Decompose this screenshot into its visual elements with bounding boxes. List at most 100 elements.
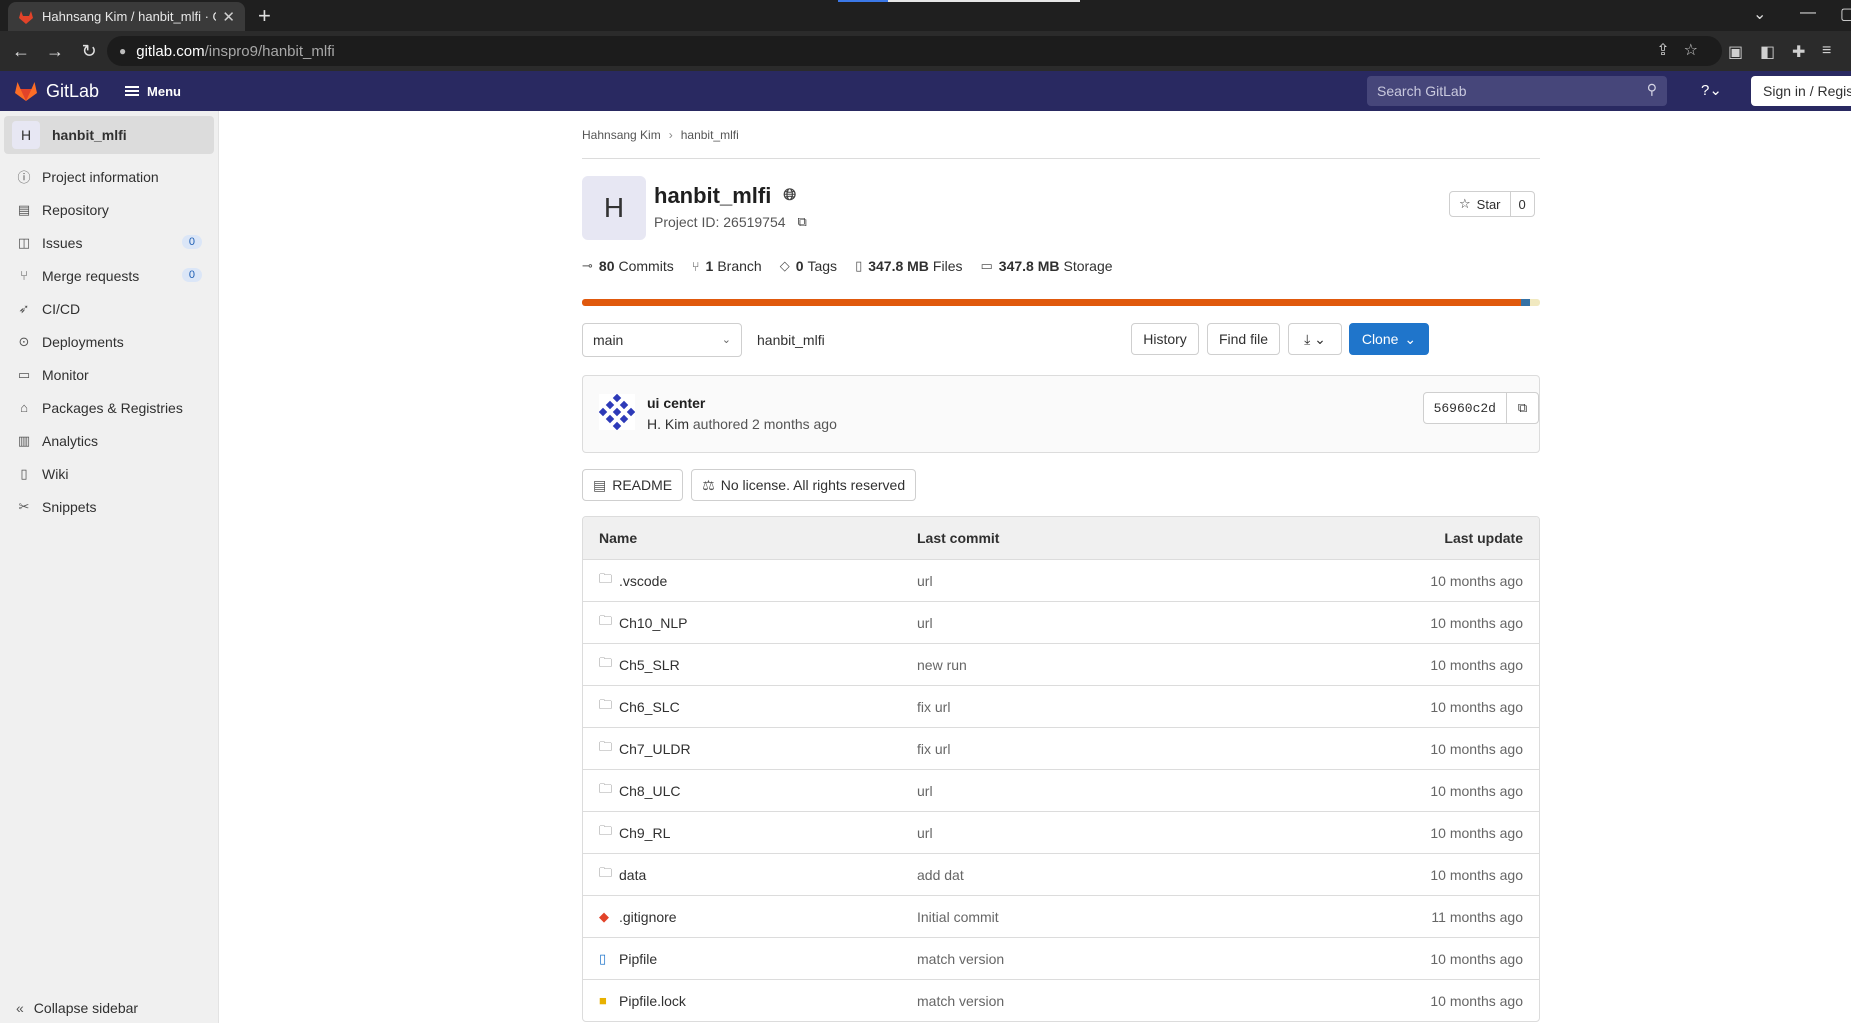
extension-2-icon[interactable]: ◧ [1760, 42, 1775, 62]
download-button[interactable]: ⤓ ⌄ [1288, 323, 1342, 355]
star-count[interactable]: 0 [1511, 197, 1534, 212]
license-button[interactable]: ⚖ No license. All rights reserved [691, 469, 917, 501]
table-row[interactable]: 🗀︎ data add dat 10 months ago [583, 853, 1539, 895]
table-row[interactable]: ▯ Pipfile match version 10 months ago [583, 937, 1539, 979]
file-last-commit[interactable]: add dat [917, 867, 964, 883]
branches-stat[interactable]: ⑂ 1 Branch [692, 258, 762, 274]
file-name[interactable]: Ch10_NLP [619, 615, 688, 631]
repository-path[interactable]: hanbit_mlfi [757, 332, 825, 348]
menu-button[interactable]: Menu [125, 84, 181, 99]
puzzle-icon[interactable]: ✚ [1792, 42, 1805, 62]
file-name[interactable]: Ch6_SLC [619, 699, 680, 715]
sidebar-item-project-information[interactable]: ⓘ Project information [0, 160, 218, 193]
readme-button[interactable]: ▤ README [582, 469, 684, 501]
readme-label: README [612, 477, 673, 493]
copy-sha-icon[interactable]: ⧉ [1506, 392, 1539, 424]
document-icon: ▯ [599, 950, 607, 966]
sidebar-item-merge-requests[interactable]: ⑂ Merge requests 0 [0, 259, 218, 292]
table-row[interactable]: ■ Pipfile.lock match version 10 months ago [583, 979, 1539, 1021]
sidebar-item-issues[interactable]: ◫ Issues 0 [0, 226, 218, 259]
sidebar-item-snippets[interactable]: ✂ Snippets [0, 490, 218, 523]
sidebar-item-wiki[interactable]: ▯ Wiki [0, 457, 218, 490]
sidebar-project-name: hanbit_mlfi [52, 127, 127, 143]
file-name[interactable]: .vscode [619, 573, 667, 589]
file-name[interactable]: Ch9_RL [619, 825, 670, 841]
commit-message[interactable]: ui center [647, 395, 705, 411]
branch-selector[interactable]: main ⌄ [582, 323, 742, 357]
file-last-commit[interactable]: match version [917, 951, 1004, 967]
sidebar-item-analytics[interactable]: ▥ Analytics [0, 424, 218, 457]
table-row[interactable]: ◆ .gitignore Initial commit 11 months ago [583, 895, 1539, 937]
breadcrumb-owner[interactable]: Hahnsang Kim [582, 128, 661, 142]
tag-icon: ◇ [779, 258, 790, 273]
table-row[interactable]: 🗀︎ Ch10_NLP url 10 months ago [583, 601, 1539, 643]
commits-stat[interactable]: ⊸ 80 Commits [582, 258, 674, 274]
table-row[interactable]: 🗀︎ Ch5_SLR new run 10 months ago [583, 643, 1539, 685]
address-bar[interactable]: ● gitlab.com/inspro9/hanbit_mlfi ⇪☆ [107, 36, 1722, 66]
sidebar-item-deployments[interactable]: ⊙ Deployments [0, 325, 218, 358]
file-last-commit[interactable]: url [917, 825, 933, 841]
table-row[interactable]: 🗀︎ Ch6_SLC fix url 10 months ago [583, 685, 1539, 727]
lock-icon[interactable]: ● [119, 44, 126, 58]
file-name[interactable]: data [619, 867, 646, 883]
file-last-commit[interactable]: new run [917, 657, 967, 673]
file-last-commit[interactable]: url [917, 615, 933, 631]
reading-list-icon[interactable]: ≡ [1822, 42, 1831, 60]
forward-icon[interactable]: → [38, 41, 72, 62]
file-last-commit[interactable]: fix url [917, 699, 950, 715]
file-name[interactable]: .gitignore [619, 909, 677, 925]
share-bookmark-icons[interactable]: ⇪☆ [1656, 40, 1712, 60]
project-buttons: ▤ README ⚖ No license. All rights reserved [582, 469, 924, 501]
language-segment-other [1530, 299, 1540, 306]
table-row[interactable]: 🗀︎ .vscode url 10 months ago [583, 559, 1539, 601]
history-button[interactable]: History [1131, 323, 1199, 355]
sidebar-item-label: CI/CD [42, 300, 81, 317]
reload-icon[interactable]: ↻ [72, 41, 106, 62]
file-name[interactable]: Pipfile.lock [619, 993, 686, 1009]
tags-stat[interactable]: ◇ 0 Tags [780, 258, 837, 274]
back-icon[interactable]: ← [4, 41, 38, 62]
sidebar-item-label: Project information [42, 168, 159, 185]
file-name[interactable]: Ch8_ULC [619, 783, 680, 799]
table-row[interactable]: 🗀︎ Ch7_ULDR fix url 10 months ago [583, 727, 1539, 769]
star-button[interactable]: ☆ Star [1450, 192, 1511, 216]
sidebar-item-monitor[interactable]: ▭ Monitor [0, 358, 218, 391]
file-name[interactable]: Ch5_SLR [619, 657, 680, 673]
find-file-button[interactable]: Find file [1207, 323, 1280, 355]
file-icon: ▯ [855, 258, 863, 273]
extension-icon[interactable]: ▣ [1728, 42, 1743, 62]
file-last-commit[interactable]: url [917, 783, 933, 799]
table-row[interactable]: 🗀︎ Ch8_ULC url 10 months ago [583, 769, 1539, 811]
file-last-commit[interactable]: fix url [917, 741, 950, 757]
tab-search-icon[interactable]: ⌄ [1753, 4, 1766, 24]
browser-tab[interactable]: Hahnsang Kim / hanbit_mlfi · GitLab ✕ [8, 2, 245, 31]
file-last-commit[interactable]: match version [917, 993, 1004, 1009]
file-last-commit[interactable]: url [917, 573, 933, 589]
repository-languages-bar[interactable] [582, 299, 1540, 306]
copy-project-id-icon[interactable]: ⧉ [798, 214, 807, 230]
minimize-icon[interactable]: — [1800, 4, 1816, 22]
maximize-icon[interactable]: ▢ [1840, 4, 1851, 24]
table-row[interactable]: 🗀︎ Ch9_RL url 10 months ago [583, 811, 1539, 853]
files-stat[interactable]: ▯ 347.8 MB Files [855, 258, 962, 274]
file-name[interactable]: Ch7_ULDR [619, 741, 691, 757]
gitlab-logo[interactable]: GitLab [14, 80, 99, 102]
sign-in-button[interactable]: Sign in / Register [1751, 76, 1851, 106]
sidebar-context-project[interactable]: H hanbit_mlfi [4, 116, 214, 154]
author-avatar[interactable] [599, 394, 635, 430]
close-tab-icon[interactable]: ✕ [222, 8, 235, 26]
file-last-commit[interactable]: Initial commit [917, 909, 999, 925]
commit-author[interactable]: H. Kim [647, 416, 689, 432]
branch-icon: ⑂ [691, 258, 700, 274]
collapse-sidebar-button[interactable]: « Collapse sidebar [16, 993, 138, 1023]
sidebar-item-cicd[interactable]: ➶ CI/CD [0, 292, 218, 325]
new-tab-icon[interactable]: + [258, 2, 271, 30]
file-name[interactable]: Pipfile [619, 951, 657, 967]
breadcrumb-project[interactable]: hanbit_mlfi [681, 128, 739, 142]
sidebar-item-packages-registries[interactable]: ⌂ Packages & Registries [0, 391, 218, 424]
search-input[interactable]: Search GitLab ⚲ [1367, 76, 1667, 106]
sidebar-item-repository[interactable]: ▤ Repository [0, 193, 218, 226]
commit-sha[interactable]: 56960c2d [1422, 392, 1507, 424]
help-icon[interactable]: ?⌄ [1701, 81, 1722, 99]
clone-button[interactable]: Clone ⌄ [1349, 323, 1429, 355]
